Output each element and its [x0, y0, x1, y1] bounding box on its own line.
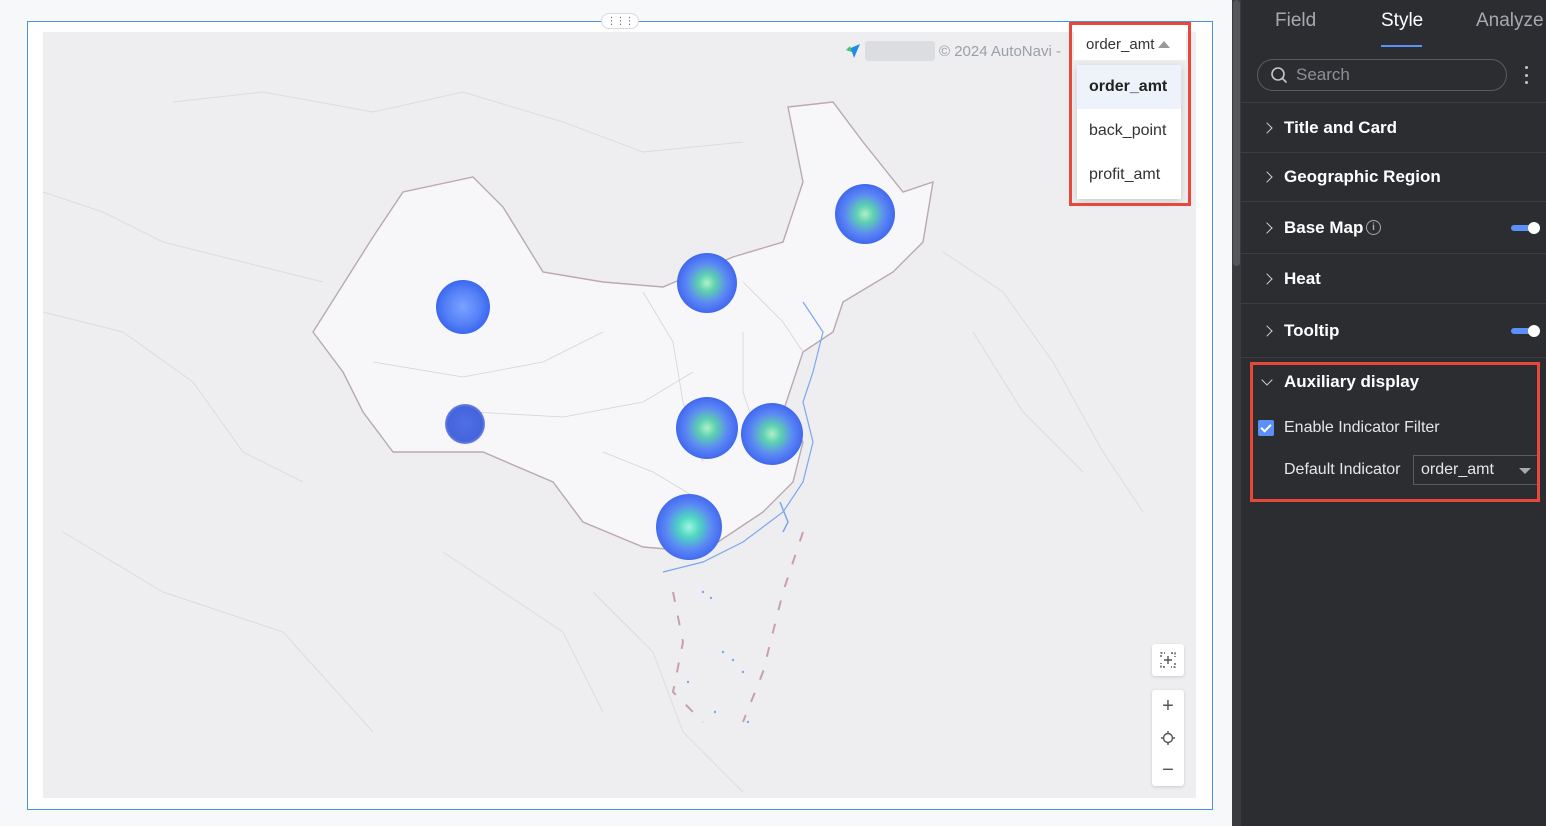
section-label: Heat [1284, 268, 1321, 288]
locate-icon [1161, 731, 1175, 745]
section-geographic-region[interactable]: Geographic Region [1241, 152, 1546, 202]
scrollbar-thumb[interactable] [1233, 0, 1240, 266]
base-map [43, 91, 1144, 793]
search-box[interactable] [1257, 59, 1507, 91]
autonavi-logo-icon [845, 43, 861, 59]
indicator-filter-select[interactable]: order_amt [1074, 28, 1186, 60]
tooltip-toggle[interactable] [1511, 324, 1540, 337]
map-attribution: © 2024 AutoNavi - [845, 40, 1061, 62]
section-label: Base Map [1284, 217, 1364, 237]
fit-bounds-button[interactable] [1152, 644, 1184, 676]
attribution-text: © 2024 AutoNavi - [939, 42, 1061, 60]
fit-view-icon [1160, 652, 1176, 668]
section-heat[interactable]: Heat [1241, 254, 1546, 304]
search-input[interactable] [1296, 65, 1496, 85]
indicator-dropdown-menu: order_amt back_point profit_amt [1077, 65, 1181, 199]
heat-point[interactable] [436, 280, 490, 334]
heat-point[interactable] [677, 253, 737, 313]
attribution-masked [865, 41, 935, 61]
chevron-right-icon [1261, 221, 1273, 234]
search-icon [1271, 67, 1288, 84]
section-label: Tooltip [1284, 320, 1340, 340]
heat-map[interactable] [43, 32, 1196, 798]
heat-point[interactable] [835, 184, 895, 244]
info-icon[interactable]: i [1366, 220, 1381, 235]
base-map-toggle[interactable] [1511, 221, 1540, 234]
caret-down-icon [1519, 468, 1531, 474]
chevron-down-icon [1261, 374, 1273, 386]
tab-analyze[interactable]: Analyze [1476, 10, 1544, 32]
enable-indicator-filter-checkbox[interactable] [1258, 420, 1274, 436]
section-tooltip[interactable]: Tooltip [1241, 304, 1546, 358]
default-indicator-value: order_amt [1421, 461, 1494, 478]
more-options-icon[interactable] [1525, 66, 1529, 84]
heat-point[interactable] [676, 397, 738, 459]
section-auxiliary-display[interactable]: Auxiliary display [1241, 358, 1546, 406]
default-indicator-select[interactable]: order_amt [1413, 455, 1540, 485]
section-label: Geographic Region [1284, 166, 1441, 186]
chevron-right-icon [1261, 324, 1273, 337]
drag-handle-icon[interactable]: ⋮⋮⋮ [601, 13, 639, 29]
caret-up-icon [1158, 40, 1171, 48]
chevron-right-icon [1261, 272, 1273, 285]
locate-button[interactable] [1152, 722, 1184, 754]
heat-point[interactable] [445, 404, 485, 444]
section-label: Auxiliary display [1284, 372, 1420, 391]
section-base-map[interactable]: Base Map i [1241, 202, 1546, 254]
tab-style[interactable]: Style [1381, 10, 1423, 32]
tab-field[interactable]: Field [1275, 10, 1316, 32]
active-tab-indicator [1381, 45, 1422, 47]
heat-point[interactable] [741, 403, 803, 465]
heat-point[interactable] [656, 494, 722, 560]
enable-indicator-filter-label[interactable]: Enable Indicator Filter [1284, 419, 1440, 437]
indicator-option[interactable]: order_amt [1077, 65, 1181, 109]
section-title-and-card[interactable]: Title and Card [1241, 103, 1546, 153]
section-label: Title and Card [1284, 117, 1398, 137]
zoom-controls: + − [1152, 690, 1184, 786]
indicator-option[interactable]: back_point [1077, 109, 1181, 153]
chevron-right-icon [1261, 170, 1273, 183]
default-indicator-label: Default Indicator [1284, 461, 1401, 478]
zoom-in-button[interactable]: + [1152, 690, 1184, 722]
indicator-option[interactable]: profit_amt [1077, 153, 1181, 197]
canvas: ⋮⋮⋮ © 2024 AutoNavi - order_amt order_am… [0, 0, 1232, 826]
chevron-right-icon [1261, 121, 1273, 134]
zoom-out-button[interactable]: − [1152, 754, 1184, 786]
panel-tabs: Field Style Analyze [1241, 0, 1546, 48]
indicator-selected-label: order_amt [1086, 35, 1155, 53]
config-panel: Field Style Analyze Title and Card Geogr… [1241, 0, 1546, 826]
